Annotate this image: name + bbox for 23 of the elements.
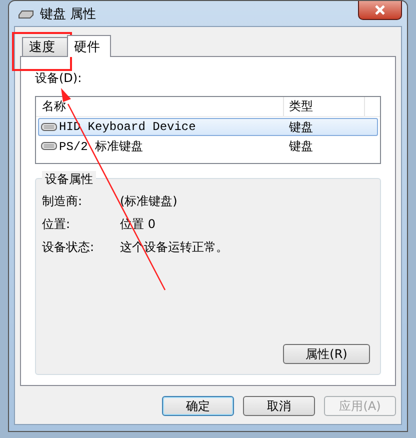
dialog-button[interactable]: 确定 <box>162 396 234 416</box>
keyboard-icon <box>41 142 57 150</box>
device-type: 键盘 <box>288 138 313 154</box>
tab[interactable]: 速度 <box>22 37 68 56</box>
field-label: 位置: <box>42 216 72 233</box>
tab[interactable]: 硬件 <box>67 35 111 57</box>
keyboard-icon <box>18 8 34 18</box>
devices-label: 设备(D): <box>35 70 82 87</box>
field-label: 制造商: <box>42 193 84 210</box>
device-name: PS/2 标准键盘 <box>59 138 144 154</box>
properties-button[interactable]: 属性(R) <box>283 344 370 364</box>
close-button[interactable] <box>358 1 402 20</box>
field-value: (标准键盘) <box>120 193 178 210</box>
keyboard-icon <box>41 123 57 131</box>
dialog-button[interactable]: 取消 <box>243 396 315 416</box>
highlight-box <box>12 32 72 71</box>
window-title: 键盘 属性 <box>40 6 96 22</box>
field-label: 设备状态: <box>42 239 96 256</box>
device-type: 键盘 <box>288 118 313 136</box>
device-row[interactable]: PS/2 标准键盘 键盘 <box>38 137 378 155</box>
column-header[interactable]: 类型 <box>284 97 365 116</box>
group-title: 设备属性 <box>42 171 96 188</box>
close-icon <box>374 5 386 15</box>
